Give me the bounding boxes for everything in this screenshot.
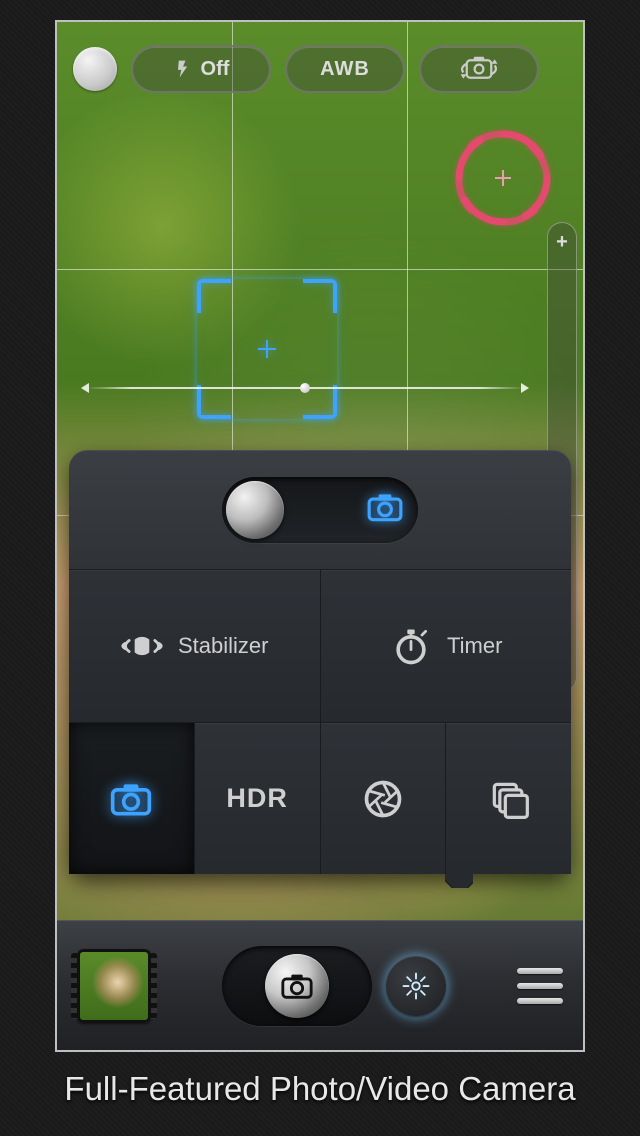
gallery-thumbnail[interactable] (77, 949, 151, 1023)
gear-icon (401, 971, 431, 1001)
white-balance-button[interactable]: AWB (285, 45, 405, 93)
shutter-button[interactable] (222, 946, 372, 1026)
zoom-in-label: + (556, 231, 568, 254)
crosshair-icon (495, 170, 511, 186)
camera-icon (109, 777, 153, 821)
switch-camera-icon (452, 55, 506, 83)
record-indicator (73, 47, 117, 91)
menu-button[interactable] (517, 968, 563, 1004)
hdr-label: HDR (226, 783, 288, 814)
timer-label: Timer (447, 633, 502, 659)
menu-icon (517, 998, 563, 1004)
menu-icon (517, 983, 563, 989)
shutter-knob (265, 954, 329, 1018)
hdr-mode-option[interactable]: HDR (195, 722, 321, 874)
timer-option[interactable]: Timer (321, 570, 572, 722)
options-panel: Stabilizer Timer HDR (69, 450, 571, 874)
flash-icon (173, 57, 193, 81)
camera-icon (280, 973, 314, 999)
camera-screen: Off AWB (55, 20, 585, 1052)
menu-icon (517, 968, 563, 974)
flash-label: Off (201, 58, 230, 81)
horizon-level (87, 387, 523, 389)
promo-caption: Full-Featured Photo/Video Camera (64, 1070, 575, 1108)
timer-icon (389, 624, 433, 668)
burst-icon (487, 777, 531, 821)
aperture-mode-option[interactable] (321, 722, 447, 874)
burst-mode-option[interactable] (446, 722, 571, 874)
aperture-icon (361, 777, 405, 821)
top-controls: Off AWB (57, 40, 583, 98)
normal-mode-option[interactable] (69, 722, 195, 874)
panel-header (69, 450, 571, 570)
settings-button[interactable] (386, 956, 446, 1016)
exposure-reticle[interactable] (453, 128, 553, 228)
crosshair-icon (258, 340, 276, 358)
wb-label: AWB (320, 58, 370, 81)
switch-camera-button[interactable] (419, 45, 539, 93)
stabilizer-option[interactable]: Stabilizer (69, 570, 321, 722)
bottom-bar (57, 920, 583, 1050)
stabilizer-icon (120, 624, 164, 668)
panel-pointer (445, 874, 473, 888)
camera-icon (356, 492, 414, 527)
stabilizer-label: Stabilizer (178, 633, 268, 659)
flash-toggle[interactable]: Off (131, 45, 271, 93)
level-indicator (300, 383, 310, 393)
photo-video-toggle[interactable] (222, 477, 418, 543)
grid-line (57, 269, 583, 270)
toggle-knob (226, 481, 284, 539)
focus-reticle[interactable] (197, 279, 337, 419)
